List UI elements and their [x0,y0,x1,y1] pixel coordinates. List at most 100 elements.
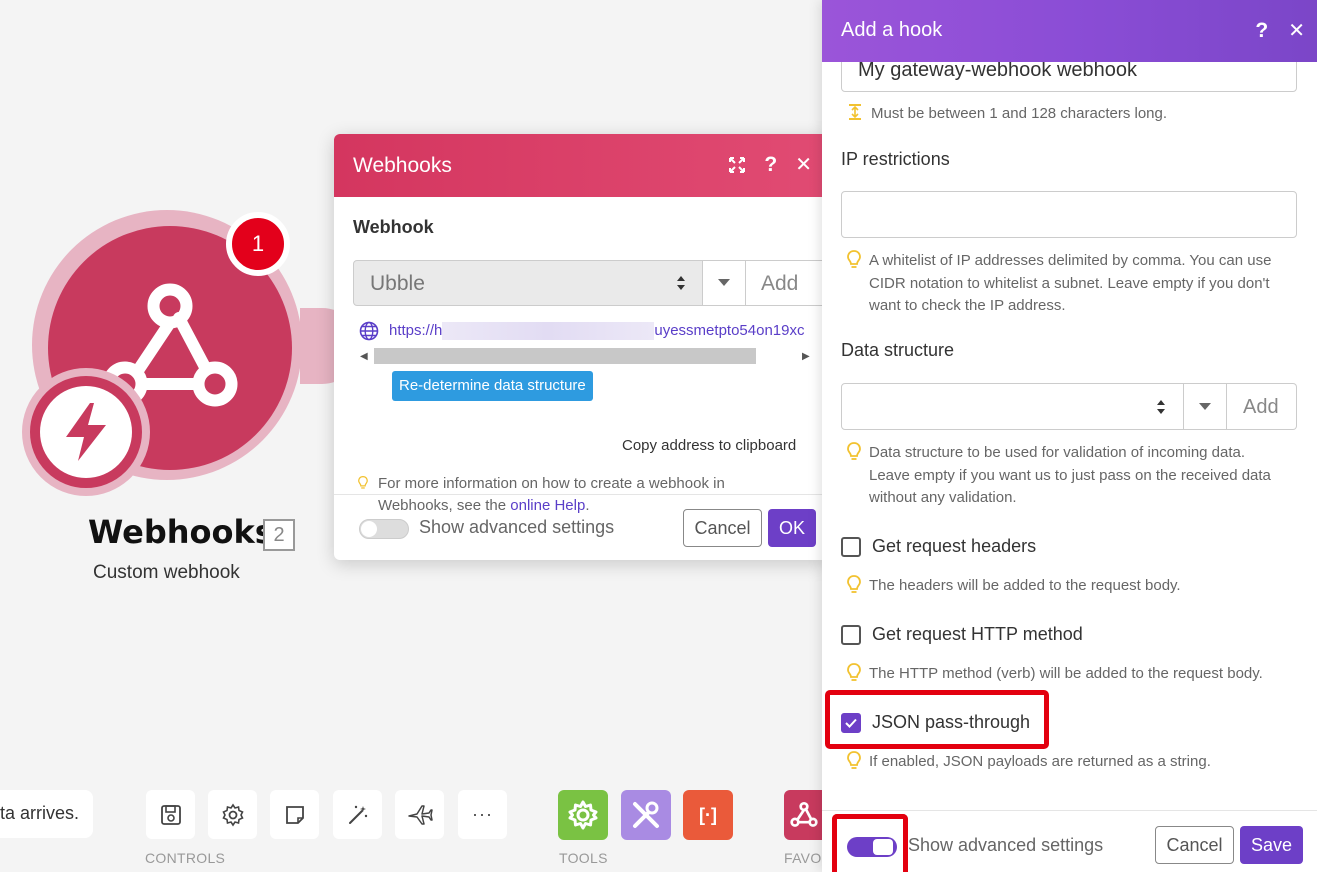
webhook-dropdown-button[interactable] [703,260,746,306]
json-bracket-icon[interactable]: [·] [683,790,733,840]
gear-icon [221,803,244,826]
data-structure-label: Data structure [841,340,955,360]
toggle-knob [361,521,377,537]
advanced-settings-toggle[interactable] [359,519,409,539]
add-hook-title: Add a hook [841,19,943,41]
advanced-settings-label: Show advanced settings [419,517,615,537]
module-number: 2 [263,519,295,551]
lightbulb-icon [847,575,861,593]
module-subtitle: Custom webhook [93,562,240,583]
json-passthrough-label: JSON pass-through [872,712,1031,732]
settings-button[interactable] [208,790,257,839]
tools-tool[interactable] [621,790,671,840]
checkmark-icon [845,718,857,728]
add-webhook-button[interactable]: Add [746,260,826,306]
lightbulb-icon [847,751,861,769]
redetermine-data-structure-button[interactable]: Re-determine data structure [392,371,593,401]
get-headers-label: Get request headers [872,536,1037,556]
ds-hint-text: Data structure to be used for validation… [869,444,1271,506]
note-icon [285,805,304,824]
scroll-right-icon[interactable]: ▶ [802,351,810,362]
close-icon[interactable]: ✕ [795,152,812,177]
ip-hint: A whitelist of IP addresses delimited by… [847,250,1287,318]
get-method-checkbox[interactable] [841,624,861,645]
ds-hint: Data structure to be used for validation… [847,442,1287,510]
webhook-icon [790,801,818,827]
save-button[interactable]: Save [1240,826,1303,864]
webhooks-dialog-title: Webhooks [353,154,452,177]
lightbulb-icon [847,442,861,460]
method-hint: The HTTP method (verb) will be added to … [847,663,1263,686]
save-icon [160,804,181,825]
notes-button[interactable] [270,790,319,839]
add-hook-panel: Add a hook ? ✕ My gateway-webhook webhoo… [822,0,1317,872]
ip-hint-text: A whitelist of IP addresses delimited by… [869,252,1272,314]
lightbulb-icon [358,475,368,489]
lightning-icon [22,368,150,496]
save-button[interactable] [146,790,195,839]
more-icon[interactable]: ··· [458,790,507,839]
webhook-url-prefix: https://h [389,321,443,339]
controls-label: CONTROLS [145,850,226,866]
webhook-field-label: Webhook [353,217,434,237]
webhooks-module[interactable]: 1 [20,208,360,498]
webhook-select-group: Ubble Add [353,260,826,306]
url-redaction [442,322,655,341]
flow-control-tool[interactable] [558,790,608,840]
help-icon[interactable]: ? [764,153,777,177]
headers-hint: The headers will be added to the request… [847,575,1181,598]
scroll-left-icon[interactable]: ◀ [360,351,368,362]
module-title: Webhooks [88,513,274,551]
sort-arrows-icon [677,276,685,290]
close-icon[interactable]: ✕ [1288,18,1305,43]
json-hint: If enabled, JSON payloads are returned a… [847,751,1211,774]
ok-button[interactable]: OK [768,509,816,547]
canvas-hint: ta arrives. [0,790,93,838]
lightbulb-icon [847,663,861,681]
operation-count-badge: 1 [226,212,290,276]
data-structure-dropdown-button[interactable] [1184,383,1227,430]
scrollbar-thumb[interactable] [374,348,756,364]
data-structure-group: Add [841,383,1297,430]
favorite-webhooks-tool[interactable] [784,790,824,840]
expand-icon[interactable] [728,156,746,174]
webhook-url[interactable]: https://h uyessmetpto54on19xc [389,321,805,341]
magic-wand-icon [348,805,367,824]
chevron-down-icon [1199,402,1211,410]
webhooks-dialog-header: Webhooks ? ✕ [334,134,828,197]
explain-flow-button[interactable] [395,790,444,839]
add-data-structure-button[interactable]: Add [1227,383,1297,430]
cancel-button[interactable]: Cancel [683,509,762,547]
favorites-label: FAVO [784,850,822,866]
json-hint-text: If enabled, JSON payloads are returned a… [869,753,1211,770]
json-passthrough-checkbox[interactable] [841,712,861,733]
ip-restrictions-label: IP restrictions [841,149,950,169]
sort-arrows-icon [1157,400,1165,414]
webhook-select-value: Ubble [370,272,425,295]
cancel-button[interactable]: Cancel [1155,826,1234,864]
webhooks-dialog-footer: Show advanced settings Cancel OK [334,494,828,560]
webhook-select[interactable]: Ubble [353,260,703,306]
auto-align-button[interactable] [333,790,382,839]
method-hint-text: The HTTP method (verb) will be added to … [869,665,1263,682]
add-hook-header: Add a hook ? ✕ [822,0,1317,62]
webhook-url-row: https://h uyessmetpto54on19xc [359,321,804,341]
get-headers-checkbox[interactable] [841,536,861,557]
chevron-down-icon [718,279,730,286]
get-headers-option[interactable]: Get request headers [841,536,1036,557]
headers-hint-text: The headers will be added to the request… [869,577,1181,594]
ip-restrictions-input[interactable] [841,191,1297,238]
copy-address-button[interactable]: Copy address to clipboard [622,437,796,454]
data-structure-select[interactable] [841,383,1184,430]
url-scrollbar[interactable]: ◀ ▶ [356,348,816,364]
globe-icon [359,321,379,341]
name-hint-text: Must be between 1 and 128 characters lon… [871,105,1168,122]
help-icon[interactable]: ? [1255,19,1268,43]
get-method-option[interactable]: Get request HTTP method [841,624,1083,645]
json-passthrough-option[interactable]: JSON pass-through [841,712,1030,733]
tools-label: TOOLS [559,850,608,866]
webhook-url-suffix: uyessmetpto54on19xc [654,321,805,339]
airplane-icon [407,804,433,825]
lightbulb-icon [847,250,861,268]
length-icon [849,104,861,120]
